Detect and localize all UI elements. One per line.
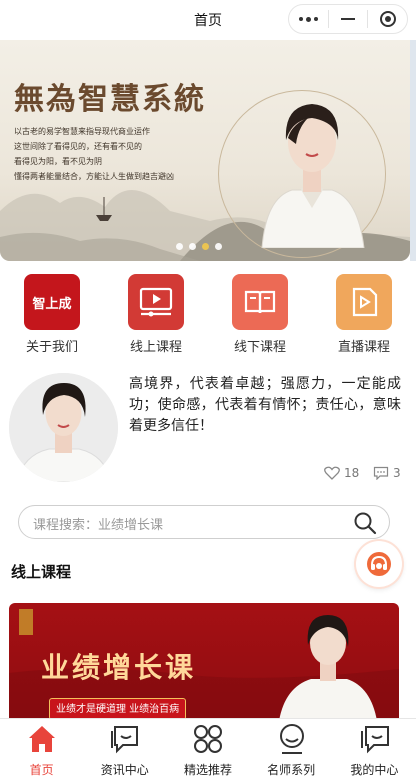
video-play-icon xyxy=(128,274,184,330)
next-slide-peek xyxy=(410,40,416,261)
more-button[interactable] xyxy=(289,5,328,33)
more-dots-icon xyxy=(298,16,318,22)
minus-icon xyxy=(341,18,355,20)
carousel-indicators xyxy=(176,243,222,250)
carousel-dot-active[interactable] xyxy=(202,243,209,250)
tab-label: 首页 xyxy=(29,763,54,777)
live-video-icon xyxy=(336,274,392,330)
banner-text-block: 以古老的易学智慧来指导现代商业运作 这世间除了看得见的，还有看不见的 看得见为阳… xyxy=(14,124,174,184)
category-grid: 智上成 关于我们 线上课程 线下课程 直播课程 xyxy=(0,272,416,356)
course-card[interactable]: 业绩增长课 业绩才是硬道理 业绩治百病 xyxy=(9,603,399,721)
banner-title: 無為智慧系統 xyxy=(14,82,206,117)
bottom-tab-bar: 首页 资讯中心 精选推荐 名师系列 我的中心 xyxy=(0,718,416,780)
chat-icon xyxy=(111,726,139,754)
teacher-icon xyxy=(279,724,304,754)
banner-line: 以古老的易学智慧来指导现代商业运作 xyxy=(14,127,150,136)
section-title: 线上课程 xyxy=(11,563,72,581)
course-search-bar[interactable]: 课程搜索：业绩增长课 xyxy=(18,505,390,539)
category-label: 线上课程 xyxy=(129,340,182,355)
miniprogram-capsule xyxy=(288,4,408,34)
tab-featured[interactable]: 精选推荐 xyxy=(166,719,249,780)
comment-icon xyxy=(373,466,389,480)
presenter-portrait xyxy=(261,104,365,248)
category-about-us[interactable]: 智上成 关于我们 xyxy=(0,272,104,356)
banner-line: 这世间除了看得见的，还有看不见的 xyxy=(14,142,142,151)
minimize-button[interactable] xyxy=(329,5,368,33)
tab-news-center[interactable]: 资讯中心 xyxy=(83,719,166,780)
target-circle-icon xyxy=(379,11,396,27)
tab-teachers[interactable]: 名师系列 xyxy=(250,719,333,780)
tab-home[interactable]: 首页 xyxy=(0,719,83,780)
headset-icon xyxy=(367,552,391,576)
carousel-dot[interactable] xyxy=(189,243,196,250)
close-miniprogram-button[interactable] xyxy=(368,5,407,33)
search-icon[interactable] xyxy=(353,511,377,535)
teacher-avatar-image xyxy=(9,373,118,482)
course-title: 业绩增长课 xyxy=(41,651,197,684)
comment-count: 3 xyxy=(393,466,401,480)
profile-icon xyxy=(360,726,389,754)
intro-text: 高境界，代表着卓越；强愿力，一定能成功；使命感，代表着有情怀；责任心，意味着更多… xyxy=(129,376,401,434)
brand-logo-text: 智上成 xyxy=(32,296,72,312)
teacher-avatar[interactable] xyxy=(9,373,118,482)
customer-service-button[interactable] xyxy=(356,541,402,587)
tab-label: 精选推荐 xyxy=(183,763,232,777)
tab-label: 我的中心 xyxy=(350,763,399,777)
category-label: 线下课程 xyxy=(233,340,286,355)
comment-button[interactable]: 3 xyxy=(373,466,401,480)
carousel-dot[interactable] xyxy=(215,243,222,250)
category-label: 关于我们 xyxy=(25,340,78,355)
carousel-dot[interactable] xyxy=(176,243,183,250)
tab-label: 资讯中心 xyxy=(100,763,149,777)
banner-carousel[interactable]: 無為智慧系統 以古老的易学智慧来指导现代商业运作 这世间除了看得见的，还有看不见… xyxy=(0,40,410,261)
top-nav-bar: 首页 xyxy=(0,0,416,40)
category-live-courses[interactable]: 直播课程 xyxy=(312,272,416,356)
home-icon xyxy=(29,726,55,752)
banner-line: 看得见为阳，看不见为阴 xyxy=(14,157,102,166)
category-label: 直播课程 xyxy=(337,340,390,355)
open-book-icon xyxy=(232,274,288,330)
brand-logo-icon: 智上成 xyxy=(24,274,80,330)
course-subtitle: 业绩才是硬道理 业绩治百病 xyxy=(49,698,187,720)
heart-icon xyxy=(324,466,340,480)
like-button[interactable]: 18 xyxy=(324,466,359,480)
category-online-courses[interactable]: 线上课程 xyxy=(104,272,208,356)
tab-my-center[interactable]: 我的中心 xyxy=(333,719,416,780)
category-offline-courses[interactable]: 线下课程 xyxy=(208,272,312,356)
like-count: 18 xyxy=(344,466,360,480)
banner-line: 懂得两者能量结合，方能让人生做到趋吉避凶 xyxy=(14,172,174,181)
search-placeholder: 课程搜索：业绩增长课 xyxy=(33,518,164,533)
tab-label: 名师系列 xyxy=(267,763,316,777)
grid-icon xyxy=(194,725,223,753)
